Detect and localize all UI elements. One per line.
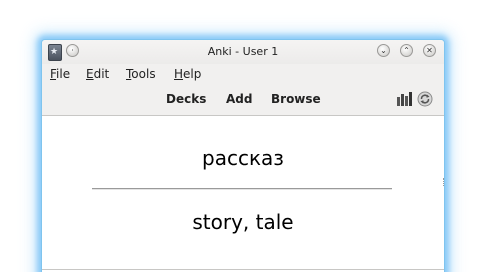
menu-help-label: elp — [183, 67, 202, 81]
card-front: рассказ — [202, 146, 284, 170]
menu-help-mnemonic: H — [174, 67, 184, 81]
add-link[interactable]: Add — [226, 92, 252, 106]
browse-link[interactable]: Browse — [271, 92, 321, 106]
answer-divider — [92, 188, 392, 190]
menu-edit-mnemonic: E — [86, 67, 94, 81]
bottom-bar-separator — [42, 269, 444, 270]
anki-main-window: ★ · Anki - User 1 ⌄ ⌃ ✕ File Edit Tools … — [41, 39, 445, 272]
decks-link[interactable]: Decks — [166, 92, 206, 106]
review-card-area[interactable]: рассказ story, tale — [42, 115, 444, 272]
desktop-background: ★ · Anki - User 1 ⌄ ⌃ ✕ File Edit Tools … — [0, 0, 484, 272]
resize-grip[interactable] — [443, 178, 446, 186]
card-back: story, tale — [192, 210, 294, 234]
menu-tools[interactable]: Tools — [126, 67, 156, 81]
menu-file-label: ile — [56, 67, 71, 81]
menu-bar: File Edit Tools Help — [42, 64, 444, 84]
close-icon: ✕ — [426, 46, 433, 55]
menu-help[interactable]: Help — [174, 67, 201, 81]
maximize-button[interactable]: ⌃ — [400, 44, 413, 57]
minimize-button[interactable]: ⌄ — [377, 44, 390, 57]
menu-tools-label: ools — [131, 67, 156, 81]
main-toolbar: Decks Add Browse — [42, 88, 444, 112]
menu-edit-label: dit — [93, 67, 110, 81]
chevron-down-icon: ⌄ — [380, 46, 387, 55]
close-button[interactable]: ✕ — [423, 44, 436, 57]
title-bar[interactable]: ★ · Anki - User 1 ⌄ ⌃ ✕ — [42, 40, 444, 64]
chevron-up-icon: ⌃ — [403, 46, 410, 55]
bar-chart-icon[interactable] — [396, 92, 412, 106]
sync-icon[interactable] — [417, 91, 433, 107]
menu-file[interactable]: File — [50, 67, 70, 81]
menu-edit[interactable]: Edit — [86, 67, 109, 81]
